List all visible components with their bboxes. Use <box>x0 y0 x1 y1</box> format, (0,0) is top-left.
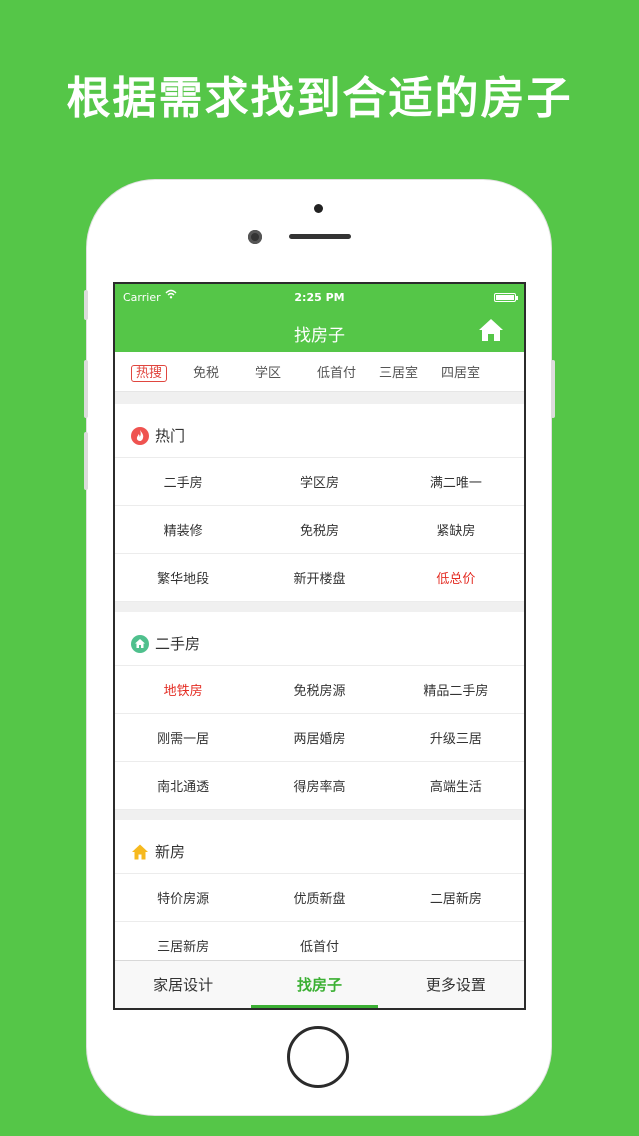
section: 热门 二手房 学区房 满二唯一 精装修 免税房 紧缺房 繁华地段 新开楼盘 低总价 <box>115 404 524 602</box>
category-item[interactable]: 二居新房 <box>388 874 524 921</box>
category-item[interactable]: 优质新盘 <box>251 874 387 921</box>
fire-icon <box>131 426 149 445</box>
grid-row: 刚需一居 两居婚房 升级三居 <box>115 714 524 762</box>
category-item[interactable]: 免税房 <box>251 506 387 553</box>
app-screen: Carrier 2:25 PM 找房子 热搜 免税 学区 低首付 三居室 四居室 热门 二手… <box>113 282 526 1010</box>
filter-tab[interactable]: 热搜 <box>131 362 193 382</box>
section-title: 新房 <box>155 843 186 861</box>
filter-tab-label: 低首付 <box>317 366 357 381</box>
section-header: 热门 <box>115 404 524 458</box>
power-button <box>551 360 555 418</box>
section: 新房 特价房源 优质新盘 二居新房 三居新房 低首付 <box>115 820 524 960</box>
home-icon[interactable] <box>478 318 504 342</box>
filter-tabs: 热搜 免税 学区 低首付 三居室 四居室 <box>115 352 524 392</box>
filter-tab-label: 免税 <box>193 366 220 381</box>
section-divider <box>115 602 524 612</box>
phone-home-button[interactable] <box>287 1026 349 1088</box>
category-item[interactable]: 得房率高 <box>251 762 387 809</box>
section-title: 热门 <box>155 427 186 445</box>
filter-tab-label: 热搜 <box>131 365 168 382</box>
category-item[interactable]: 两居婚房 <box>251 714 387 761</box>
category-item[interactable]: 低总价 <box>388 554 524 601</box>
tabbar-item[interactable]: 家居设计 <box>115 961 251 1008</box>
section-title: 二手房 <box>155 635 201 653</box>
section-header: 新房 <box>115 820 524 874</box>
grid-row: 特价房源 优质新盘 二居新房 <box>115 874 524 922</box>
nav-title: 找房子 <box>294 326 345 346</box>
category-item[interactable]: 升级三居 <box>388 714 524 761</box>
proximity-sensor <box>314 204 323 213</box>
grid-row: 二手房 学区房 满二唯一 <box>115 458 524 506</box>
tabbar-item[interactable]: 找房子 <box>251 961 387 1008</box>
nav-bar: 找房子 <box>115 310 524 352</box>
category-item[interactable]: 学区房 <box>251 458 387 505</box>
front-camera <box>248 230 262 244</box>
volume-up-button <box>84 360 88 418</box>
grid-row: 地铁房 免税房源 精品二手房 <box>115 666 524 714</box>
category-item[interactable]: 满二唯一 <box>388 458 524 505</box>
house-badge-icon <box>131 634 149 653</box>
category-item[interactable]: 地铁房 <box>115 666 251 713</box>
filter-tab[interactable]: 学区 <box>255 362 317 381</box>
earpiece-speaker <box>289 234 351 239</box>
category-item[interactable]: 南北通透 <box>115 762 251 809</box>
section-divider <box>115 394 524 404</box>
grid-row: 三居新房 低首付 <box>115 922 524 960</box>
headline: 根据需求找到合适的房子 <box>66 73 573 124</box>
filter-tab[interactable]: 免税 <box>193 362 255 381</box>
filter-tab-label: 三居室 <box>379 366 419 381</box>
category-list: 热门 二手房 学区房 满二唯一 精装修 免税房 紧缺房 繁华地段 新开楼盘 低总价 二手房 地铁房 免税… <box>115 394 524 960</box>
category-item[interactable]: 紧缺房 <box>388 506 524 553</box>
section: 二手房 地铁房 免税房源 精品二手房 刚需一居 两居婚房 升级三居 南北通透 得房率高 高端生活 <box>115 612 524 810</box>
filter-tab[interactable]: 四居室 <box>441 362 503 381</box>
status-time: 2:25 PM <box>294 291 345 304</box>
category-item[interactable]: 繁华地段 <box>115 554 251 601</box>
filter-tab-label: 学区 <box>255 366 282 381</box>
filter-tab[interactable]: 三居室 <box>379 362 441 381</box>
section-header: 二手房 <box>115 612 524 666</box>
category-item <box>388 922 524 960</box>
category-item[interactable]: 免税房源 <box>251 666 387 713</box>
section-divider <box>115 810 524 820</box>
mute-switch <box>84 290 88 320</box>
category-item[interactable]: 二手房 <box>115 458 251 505</box>
category-item[interactable]: 低首付 <box>251 922 387 960</box>
grid-row: 精装修 免税房 紧缺房 <box>115 506 524 554</box>
category-item[interactable]: 刚需一居 <box>115 714 251 761</box>
status-bar: Carrier 2:25 PM <box>115 284 524 310</box>
category-item[interactable]: 三居新房 <box>115 922 251 960</box>
category-item[interactable]: 特价房源 <box>115 874 251 921</box>
filter-tab[interactable]: 低首付 <box>317 362 379 381</box>
category-item[interactable]: 精品二手房 <box>388 666 524 713</box>
bottom-tab-bar: 家居设计 找房子 更多设置 <box>115 960 524 1008</box>
grid-row: 南北通透 得房率高 高端生活 <box>115 762 524 810</box>
filter-tab-label: 四居室 <box>441 366 481 381</box>
category-item[interactable]: 高端生活 <box>388 762 524 809</box>
battery-icon <box>494 293 518 302</box>
category-item[interactable]: 新开楼盘 <box>251 554 387 601</box>
volume-down-button <box>84 432 88 490</box>
category-item[interactable]: 精装修 <box>115 506 251 553</box>
house-icon <box>131 843 149 861</box>
tabbar-item[interactable]: 更多设置 <box>388 961 524 1008</box>
grid-row: 繁华地段 新开楼盘 低总价 <box>115 554 524 602</box>
